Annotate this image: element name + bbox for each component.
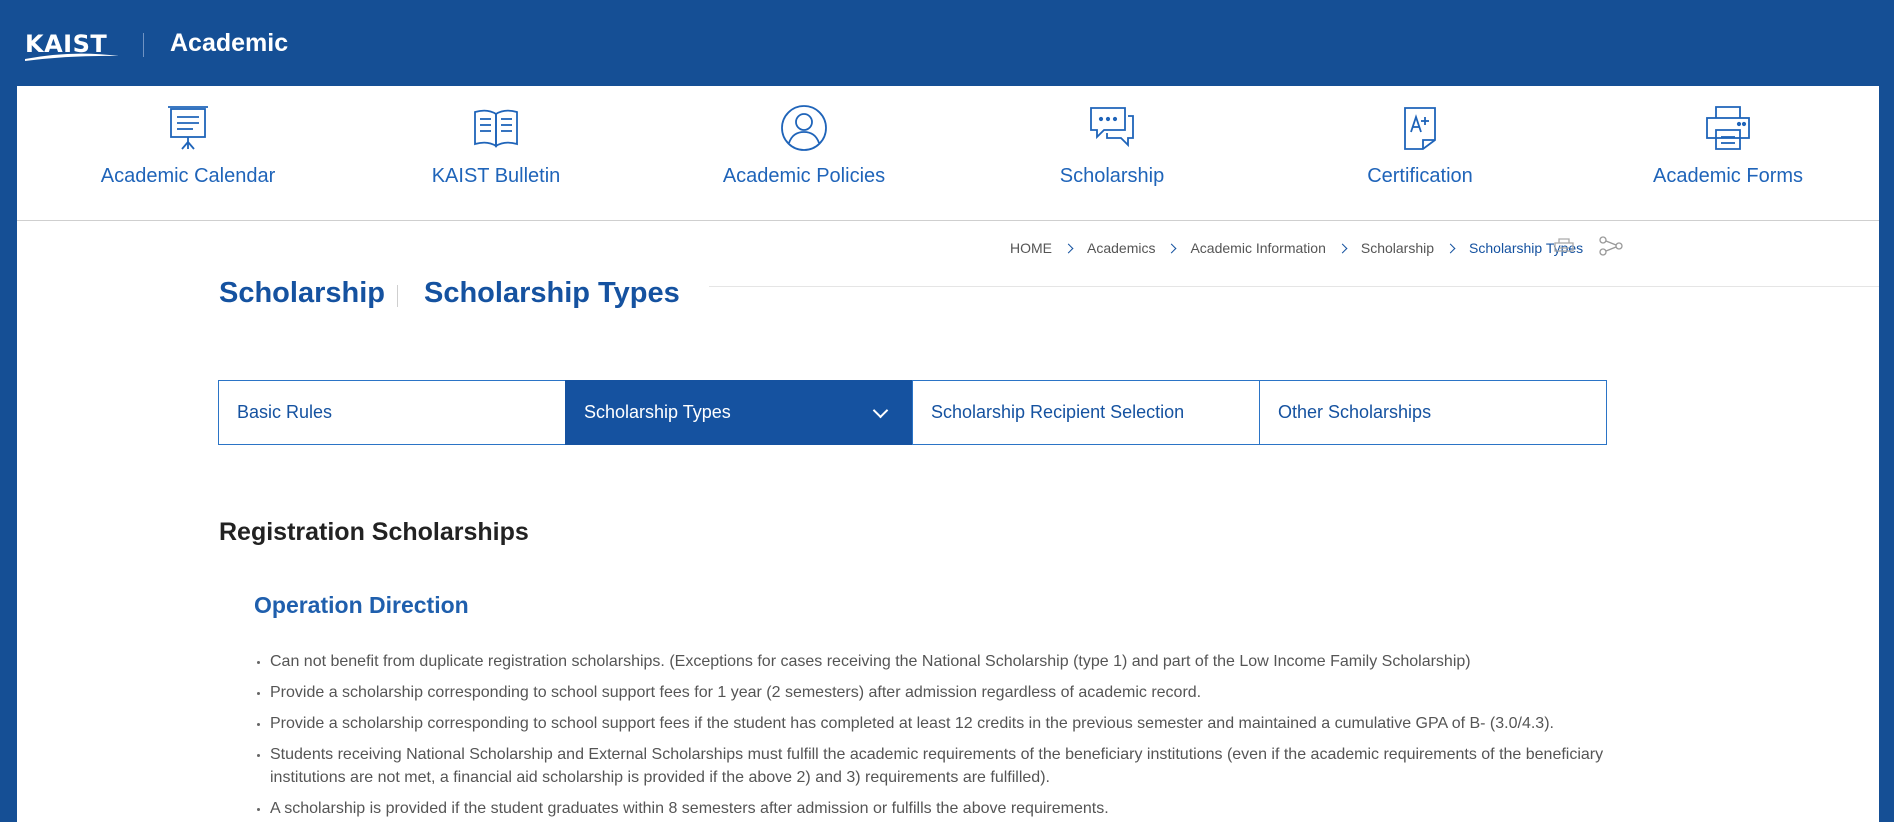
- quick-menu-academic-calendar[interactable]: Academic Calendar: [68, 86, 308, 221]
- open-book-icon: [474, 109, 518, 148]
- list-item: Provide a scholarship corresponding to s…: [257, 681, 1637, 704]
- breadcrumb: HOME Academics Academic Information Scho…: [1010, 238, 1583, 258]
- quick-menu-kaist-bulletin[interactable]: KAIST Bulletin: [376, 86, 616, 221]
- header-divider: [143, 33, 144, 57]
- tab-label: Scholarship Recipient Selection: [931, 402, 1185, 422]
- tab-label: Other Scholarships: [1278, 402, 1432, 422]
- quick-menu-academic-policies[interactable]: Academic Policies: [684, 86, 924, 221]
- breadcrumb-academics[interactable]: Academics: [1087, 240, 1155, 256]
- user-circle-icon: [781, 105, 827, 151]
- page-subtitle: Scholarship Types: [424, 277, 680, 309]
- bullet-list: Can not benefit from duplicate registrat…: [257, 650, 1637, 822]
- tab-basic-rules[interactable]: Basic Rules: [218, 380, 566, 445]
- tab-other-scholarships[interactable]: Other Scholarships: [1259, 380, 1607, 445]
- kaist-logo[interactable]: KAIST: [25, 30, 119, 62]
- quick-menu-label: Academic Forms: [1652, 165, 1804, 187]
- page-frame: KAIST Academic Academic Calendar KAIST B…: [17, 0, 1879, 822]
- list-item: Provide a scholarship corresponding to s…: [257, 712, 1637, 735]
- tab-scholarship-recipient-selection[interactable]: Scholarship Recipient Selection: [912, 380, 1260, 445]
- list-item: Can not benefit from duplicate registrat…: [257, 650, 1637, 673]
- print-icon[interactable]: [1553, 235, 1575, 257]
- presentation-board-icon: [168, 106, 208, 150]
- page-title: Scholarship: [219, 277, 385, 309]
- quick-menu-academic-forms[interactable]: Academic Forms: [1608, 86, 1848, 221]
- quick-menu-label: Academic Calendar: [100, 165, 276, 187]
- tab-bar: Basic Rules Scholarship Types Scholarshi…: [218, 380, 1610, 445]
- breadcrumb-home[interactable]: HOME: [1010, 240, 1052, 256]
- tab-label: Scholarship Types: [584, 402, 731, 422]
- list-item: Students receiving National Scholarship …: [257, 743, 1637, 789]
- chevron-right-icon: [1337, 243, 1348, 253]
- quick-menu-label: Academic Policies: [722, 165, 886, 187]
- quick-menu-label: Scholarship: [1059, 165, 1165, 187]
- chevron-right-icon: [1063, 243, 1074, 253]
- tab-label: Basic Rules: [237, 402, 333, 422]
- breadcrumb-academic-information[interactable]: Academic Information: [1190, 240, 1325, 256]
- quick-menu-label: KAIST Bulletin: [431, 165, 561, 187]
- list-item: A scholarship is provided if the student…: [257, 797, 1637, 820]
- share-icon[interactable]: [1598, 235, 1624, 257]
- quick-menu: Academic Calendar KAIST Bulletin Academi…: [17, 86, 1879, 221]
- chevron-right-icon: [1445, 243, 1456, 253]
- chat-bubbles-icon: [1090, 107, 1134, 148]
- section-title: Registration Scholarships: [219, 518, 529, 546]
- site-title[interactable]: Academic: [170, 29, 288, 58]
- title-divider-line: [709, 286, 1879, 287]
- quick-menu-scholarship[interactable]: Scholarship: [992, 86, 1232, 221]
- quick-menu-certification[interactable]: Certification: [1300, 86, 1540, 221]
- chevron-right-icon: [1167, 243, 1177, 253]
- breadcrumb-scholarship[interactable]: Scholarship: [1361, 240, 1434, 256]
- chevron-down-icon: [872, 402, 889, 419]
- quick-menu-label: Certification: [1367, 165, 1473, 187]
- tab-scholarship-types[interactable]: Scholarship Types: [565, 380, 913, 445]
- section-subtitle: Operation Direction: [254, 592, 469, 618]
- certificate-document-icon: [1404, 107, 1436, 150]
- title-separator: [397, 285, 398, 307]
- top-header: KAIST Academic: [17, 0, 1879, 86]
- printer-icon: [1706, 106, 1750, 150]
- logo-swoosh-icon: [25, 53, 119, 61]
